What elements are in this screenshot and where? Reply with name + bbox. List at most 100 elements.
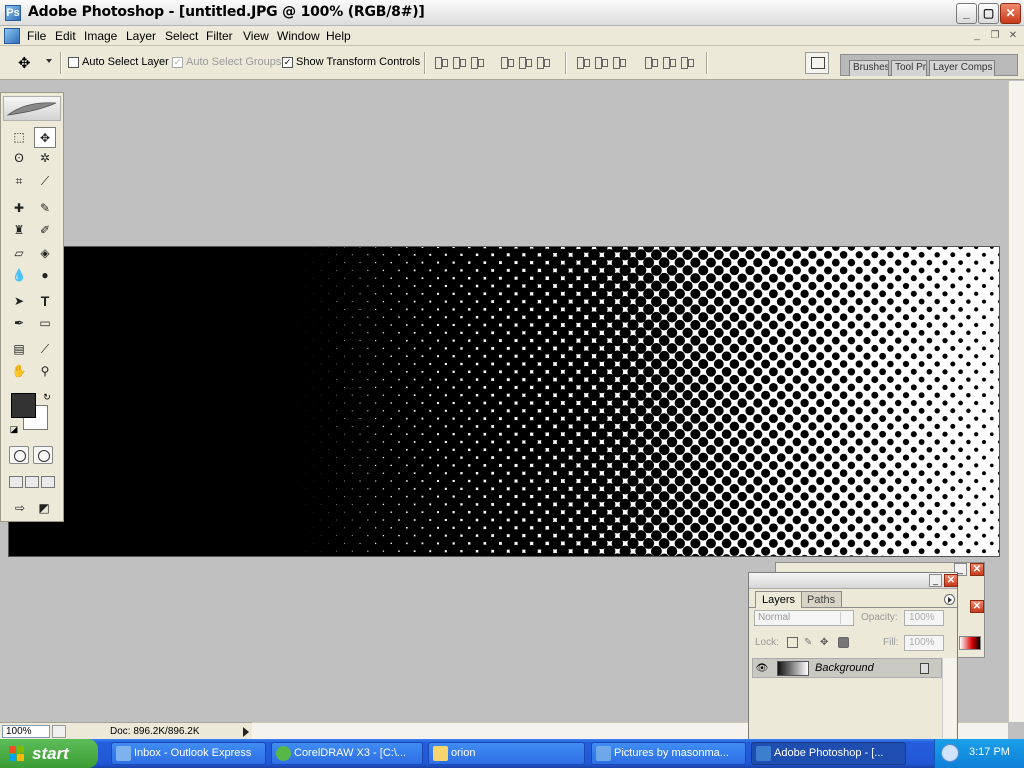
task-pictures-browser[interactable]: Pictures by masonma... [591, 742, 746, 765]
document-canvas[interactable] [8, 246, 1000, 557]
layers-panel-header[interactable]: _ ✕ [749, 573, 958, 589]
minimize-button[interactable]: _ [956, 3, 977, 24]
show-hidden-icons-icon[interactable] [941, 744, 959, 762]
document-control-icon[interactable] [4, 28, 20, 44]
zoom-tool-icon[interactable]: ⚲ [34, 361, 56, 382]
doc-restore-icon[interactable]: ❐ [988, 29, 1002, 42]
layer-comps-tab[interactable]: Layer Comps [929, 60, 995, 76]
panel-close-icon[interactable]: ✕ [970, 600, 984, 613]
show-transform-controls-checkbox[interactable]: ✓ Show Transform Controls [282, 56, 420, 68]
layers-scrollbar[interactable] [942, 658, 956, 738]
layer-row-background[interactable]: 👁 Background [752, 658, 942, 678]
magic-wand-tool-icon[interactable]: ✲ [34, 148, 56, 169]
align-bottom-edges-icon[interactable] [470, 56, 484, 69]
align-left-edges-icon[interactable] [500, 56, 514, 69]
rectangular-marquee-tool-icon[interactable]: ⬚ [8, 127, 30, 148]
restore-button[interactable]: ▢ [978, 3, 999, 24]
brush-tool-icon[interactable]: ✎ [34, 198, 56, 219]
distribute-right-icon[interactable] [680, 56, 694, 69]
align-vertical-centers-icon[interactable] [452, 56, 466, 69]
lock-position-icon[interactable]: ✥ [820, 637, 831, 648]
menu-filter[interactable]: Filter [206, 29, 233, 43]
task-orion-folder[interactable]: orion [428, 742, 585, 765]
auto-select-layer-checkbox[interactable]: Auto Select Layer [68, 56, 169, 68]
path-selection-tool-icon[interactable]: ➤ [8, 291, 30, 312]
move-tool-icon[interactable]: ✥ [34, 127, 56, 148]
distribute-centers-icon[interactable] [594, 56, 608, 69]
crop-tool-icon[interactable]: ⌗ [8, 171, 30, 192]
blend-mode-select[interactable]: Normal [754, 610, 854, 626]
history-brush-tool-icon[interactable]: ✐ [34, 220, 56, 241]
standard-screen-mode-icon[interactable] [9, 476, 23, 488]
slice-tool-icon[interactable]: ⟋ [34, 171, 56, 192]
task-adobe-photoshop[interactable]: Adobe Photoshop - [... [751, 742, 906, 765]
vertical-scrollbar[interactable] [1008, 81, 1024, 722]
rectangle-shape-tool-icon[interactable]: ▭ [34, 313, 56, 334]
fill-field[interactable]: 100% [904, 635, 944, 651]
menu-help[interactable]: Help [326, 29, 351, 43]
swap-colors-icon[interactable]: ↻ [41, 391, 53, 403]
foreground-color-swatch[interactable] [11, 393, 36, 418]
task-coreldraw[interactable]: CorelDRAW X3 - [C:\... [271, 742, 423, 765]
distribute-top-icon[interactable] [576, 56, 590, 69]
menu-file[interactable]: File [27, 29, 46, 43]
notes-tool-icon[interactable]: ▤ [8, 339, 30, 360]
close-button[interactable]: ✕ [1000, 3, 1021, 24]
eye-visibility-icon[interactable]: 👁 [755, 662, 769, 675]
dodge-tool-icon[interactable]: ● [34, 265, 56, 286]
paint-bucket-tool-icon[interactable]: ◈ [34, 243, 56, 264]
toggle-palettes-icon[interactable] [805, 52, 829, 74]
align-horizontal-centers-icon[interactable] [518, 56, 532, 69]
photoshop-app-icon[interactable]: Ps [5, 5, 21, 21]
status-nav-icon[interactable] [52, 725, 66, 738]
tool-presets-tab[interactable]: Tool Pr [891, 60, 927, 76]
align-right-edges-icon[interactable] [536, 56, 550, 69]
menu-select[interactable]: Select [165, 29, 198, 43]
eraser-tool-icon[interactable]: ▱ [8, 243, 30, 264]
full-screen-menu-mode-icon[interactable] [25, 476, 39, 488]
distribute-left-icon[interactable] [644, 56, 658, 69]
clone-stamp-tool-icon[interactable]: ♜ [8, 220, 30, 241]
blur-tool-icon[interactable]: 💧 [8, 265, 30, 286]
zoom-level-field[interactable]: 100% [2, 725, 50, 738]
quick-mask-mode-icon[interactable] [33, 446, 53, 464]
align-top-edges-icon[interactable] [434, 56, 448, 69]
panel-close-icon[interactable]: ✕ [970, 563, 984, 576]
full-screen-mode-icon[interactable] [41, 476, 55, 488]
lock-image-pixels-icon[interactable]: ✎ [804, 637, 815, 648]
menu-view[interactable]: View [243, 29, 269, 43]
healing-brush-tool-icon[interactable]: ✚ [8, 198, 30, 219]
brushes-tab[interactable]: Brushes [849, 60, 889, 76]
status-menu-arrow-icon[interactable] [243, 727, 249, 737]
panel-minimize-icon[interactable]: _ [929, 574, 942, 587]
hand-tool-icon[interactable]: ✋ [8, 361, 30, 382]
jump-to-imageready-icon[interactable]: ⇨ [9, 498, 31, 519]
auto-select-groups-checkbox[interactable]: ✓ Auto Select Groups [172, 56, 281, 68]
menu-edit[interactable]: Edit [55, 29, 76, 43]
clock[interactable]: 3:17 PM [969, 746, 1010, 758]
doc-close-icon[interactable]: ✕ [1006, 29, 1020, 42]
task-outlook-express[interactable]: Inbox - Outlook Express [111, 742, 266, 765]
opacity-field[interactable]: 100% [904, 610, 944, 626]
move-tool-preset-icon[interactable]: ✥ [18, 54, 31, 72]
menu-layer[interactable]: Layer [126, 29, 156, 43]
start-button[interactable]: start [0, 739, 98, 768]
standard-mode-icon[interactable] [9, 446, 29, 464]
eyedropper-tool-icon[interactable]: ⟋ [34, 339, 56, 360]
lasso-tool-icon[interactable]: ʘ [8, 148, 30, 169]
distribute-horizontal-centers-icon[interactable] [662, 56, 676, 69]
doc-minimize-icon[interactable]: _ [970, 29, 984, 42]
lock-all-icon[interactable] [838, 637, 849, 648]
type-tool-icon[interactable]: T [34, 291, 56, 312]
lock-transparent-pixels-icon[interactable] [787, 637, 798, 648]
panel-close-icon[interactable]: ✕ [944, 574, 958, 587]
pen-tool-icon[interactable]: ✒ [8, 313, 30, 334]
menu-image[interactable]: Image [84, 29, 117, 43]
tab-layers[interactable]: Layers [755, 591, 803, 608]
panel-menu-icon[interactable] [944, 594, 955, 605]
tab-paths[interactable]: Paths [800, 591, 843, 608]
edit-in-imageready-icon[interactable]: ◩ [33, 498, 55, 519]
distribute-bottom-icon[interactable] [612, 56, 626, 69]
menu-window[interactable]: Window [277, 29, 320, 43]
color-ramp-icon[interactable] [959, 636, 981, 650]
